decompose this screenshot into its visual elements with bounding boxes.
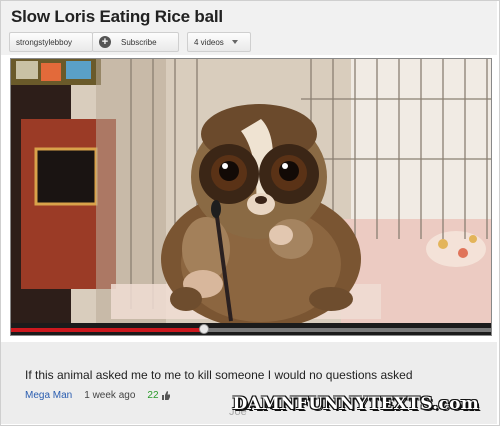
scrubber-handle[interactable]	[199, 324, 209, 334]
comment-timestamp: 1 week ago	[84, 390, 136, 401]
video-player[interactable]	[10, 58, 492, 336]
progress-played	[11, 328, 204, 332]
chevron-down-icon	[231, 40, 238, 44]
videos-label: 4 videos	[194, 37, 224, 47]
channel-label: strongstylebboy	[16, 37, 73, 47]
video-header: Slow Loris Eating Rice ball strongstyleb…	[1, 1, 497, 55]
site-watermark: DAMNFUNNYTEXTS.com	[232, 394, 479, 414]
progress-track[interactable]	[11, 323, 491, 335]
comment-like-count: 22	[147, 390, 159, 401]
comment-author-link[interactable]: Mega Man	[25, 390, 72, 401]
subscribe-button[interactable]: + Subscribe	[92, 32, 179, 52]
videos-dropdown[interactable]: 4 videos	[187, 32, 251, 52]
slow-loris-image	[11, 59, 491, 323]
comment-meta: Mega Man 1 week ago 22	[25, 390, 170, 401]
video-title: Slow Loris Eating Rice ball	[11, 7, 223, 26]
video-frame-slow-loris	[11, 59, 491, 323]
comment-section: Joe If this animal asked me to me to kil…	[1, 342, 497, 424]
thumbs-up-icon[interactable]	[161, 391, 170, 400]
comment-text: If this animal asked me to me to kill so…	[25, 368, 413, 382]
progress-remaining	[204, 328, 491, 332]
subscribe-label: Subscribe	[121, 37, 157, 47]
plus-icon: +	[99, 36, 111, 48]
channel-button[interactable]: strongstylebboy	[9, 32, 93, 52]
